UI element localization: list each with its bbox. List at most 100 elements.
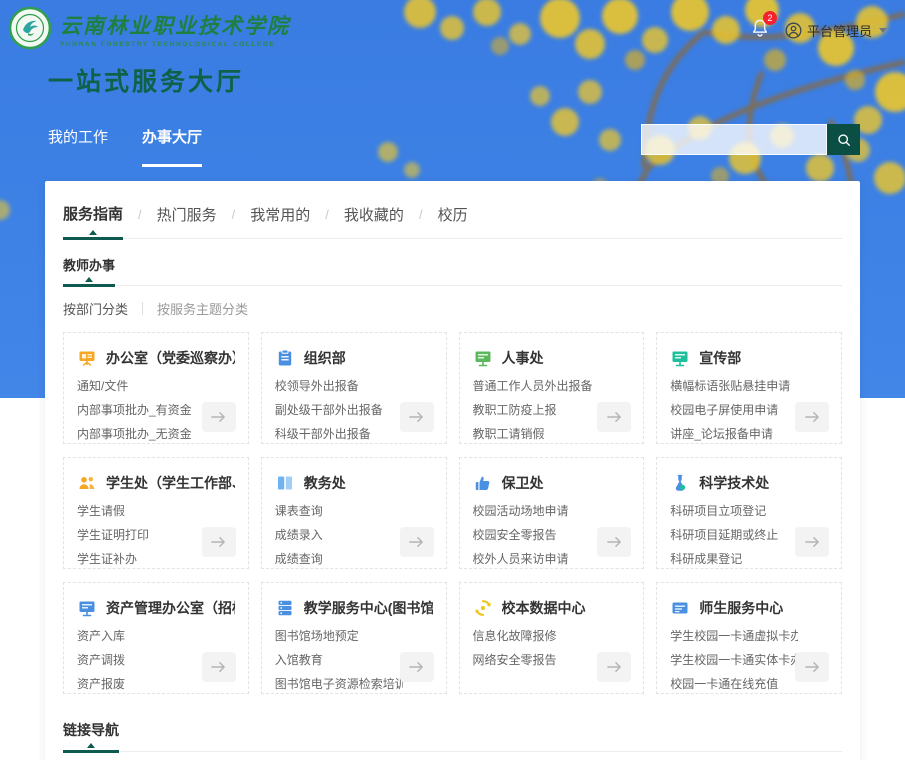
service-link[interactable]: 科级干部外出报备: [275, 425, 403, 442]
service-link[interactable]: 横幅标语张贴悬挂申请: [670, 377, 798, 394]
department-title: 校本数据中心: [501, 600, 586, 616]
service-link[interactable]: 网络安全零报告: [473, 651, 601, 668]
service-link[interactable]: 信息化故障报修: [473, 627, 601, 644]
department-title: 组织部: [303, 350, 346, 366]
service-link[interactable]: 资产报废: [77, 675, 205, 692]
service-tab-0[interactable]: 服务指南: [63, 203, 124, 240]
department-card-header: 组织部: [275, 348, 433, 368]
department-more-button[interactable]: [597, 527, 632, 557]
arrow-right-icon: [409, 412, 423, 422]
arrow-right-icon: [211, 412, 226, 422]
department-title: 师生服务中心: [699, 600, 784, 616]
service-link[interactable]: 校园安全零报告: [473, 526, 601, 543]
service-link[interactable]: 图书馆电子资源检索培训: [275, 675, 403, 692]
service-link[interactable]: 入馆教育: [275, 651, 403, 668]
search-input[interactable]: [641, 124, 827, 155]
sub-tab-row: 教师办事: [63, 255, 842, 287]
school-name-block: 云南林业职业技术学院 YUNNAN FORESTRY TECHNOLOGICAL…: [60, 8, 290, 48]
department-title: 教务处: [303, 475, 346, 491]
arrow-right-icon: [409, 662, 423, 672]
department-card: 保卫处 校园活动场地申请 校园安全零报告 校外人员来访申请: [458, 457, 645, 569]
service-link[interactable]: 校园活动场地申请: [473, 502, 601, 519]
service-link[interactable]: 副处级干部外出报备: [275, 401, 403, 418]
department-more-button[interactable]: [795, 402, 829, 432]
service-link[interactable]: 校外人员来访申请: [473, 550, 601, 567]
service-link[interactable]: 校园电子屏使用申请: [670, 401, 798, 418]
department-more-button[interactable]: [201, 652, 236, 682]
chevron-down-icon: [879, 28, 887, 33]
search-button[interactable]: [827, 124, 860, 155]
service-tab-3[interactable]: 我收藏的: [344, 204, 404, 238]
school-logo-link[interactable]: 云南林业职业技术学院 YUNNAN FORESTRY TECHNOLOGICAL…: [8, 6, 290, 50]
people-icon: [77, 473, 97, 493]
service-link[interactable]: 科研项目立项登记: [670, 502, 798, 519]
department-more-button[interactable]: [201, 527, 236, 557]
service-link[interactable]: 课表查询: [275, 502, 403, 519]
department-title: 人事处: [501, 350, 544, 366]
service-link[interactable]: 成绩录入: [275, 526, 403, 543]
tab-service-hall[interactable]: 办事大厅: [142, 126, 203, 167]
school-logo-icon: [8, 6, 52, 50]
department-title: 教学服务中心(图书馆): [303, 600, 433, 616]
notifications-button[interactable]: 2: [751, 11, 777, 43]
filter-row: 按部门分类 按服务主题分类: [63, 299, 842, 318]
service-tab-4[interactable]: 校历: [438, 204, 468, 238]
service-tab-2[interactable]: 我常用的: [250, 204, 310, 238]
service-link[interactable]: 内部事项批办_有资金: [77, 401, 205, 418]
monitor-icon: [77, 598, 97, 618]
service-link[interactable]: 科研项目延期或终止: [670, 526, 798, 543]
department-title: 宣传部: [699, 350, 742, 366]
service-link[interactable]: 学生校园一卡通虚拟卡办...: [670, 627, 798, 644]
flask-icon: [670, 473, 690, 493]
tab-my-work[interactable]: 我的工作: [48, 126, 108, 167]
arrow-right-icon: [409, 537, 423, 547]
tab-teacher-services[interactable]: 教师办事: [63, 255, 116, 287]
department-card: 教学服务中心(图书馆) 图书馆场地预定 入馆教育图书馆电子资源检索培训: [260, 582, 447, 694]
department-more-button[interactable]: [597, 402, 632, 432]
service-link[interactable]: 校园一卡通在线充值: [670, 675, 798, 692]
tab-separator: /: [325, 206, 329, 222]
department-more-button[interactable]: [201, 402, 236, 432]
department-card-header: 学生处（学生工作部、...: [77, 473, 235, 493]
department-more-button[interactable]: [795, 527, 829, 557]
department-more-button[interactable]: [597, 652, 632, 682]
search-box: [641, 124, 860, 155]
department-more-button[interactable]: [399, 527, 434, 557]
service-link[interactable]: 资产入库: [77, 627, 205, 644]
department-card: 宣传部 横幅标语张贴悬挂申请 校园电子屏使用申请 讲座_论坛报备申请: [656, 332, 842, 444]
page: 云南林业职业技术学院 YUNNAN FORESTRY TECHNOLOGICAL…: [0, 0, 905, 760]
department-card: 教务处 课表查询成绩录入成绩查询: [260, 457, 447, 569]
department-card-header: 人事处: [473, 348, 631, 368]
service-link[interactable]: 学生证明打印: [77, 526, 205, 543]
department-title: 保卫处: [501, 475, 544, 491]
service-link[interactable]: 校领导外出报备: [275, 377, 403, 394]
service-link[interactable]: 成绩查询: [275, 550, 403, 567]
service-link[interactable]: 学生校园一卡通实体卡办...: [670, 651, 798, 668]
service-link[interactable]: 通知/文件: [77, 377, 205, 394]
user-menu[interactable]: 平台管理员: [785, 21, 887, 40]
hero-tabs: 我的工作 办事大厅: [48, 126, 203, 167]
server-icon: [275, 598, 295, 618]
service-link[interactable]: 学生证补办: [77, 550, 205, 567]
department-card-header: 保卫处: [473, 473, 631, 493]
service-link[interactable]: 学生请假: [77, 502, 205, 519]
department-more-button[interactable]: [399, 402, 434, 432]
service-link[interactable]: 普通工作人员外出报备: [473, 377, 601, 394]
department-card: 人事处 普通工作人员外出报备 教职工防疫上报 教职工请销假: [458, 332, 645, 444]
department-more-button[interactable]: [399, 652, 434, 682]
hand-icon: [473, 473, 493, 493]
department-more-button[interactable]: [795, 652, 829, 682]
service-link[interactable]: 资产调拨: [77, 651, 205, 668]
department-card-header: 宣传部: [670, 348, 828, 368]
filter-by-topic[interactable]: 按服务主题分类: [157, 299, 248, 318]
service-link[interactable]: 内部事项批办_无资金: [77, 425, 205, 442]
filter-by-department[interactable]: 按部门分类: [63, 299, 128, 318]
service-link[interactable]: 教职工防疫上报: [473, 401, 601, 418]
service-link[interactable]: 科研成果登记: [670, 550, 798, 567]
service-link[interactable]: 图书馆场地预定: [275, 627, 403, 644]
department-card: 资产管理办公室（招标... 资产入库资产调拨资产报废: [63, 582, 249, 694]
service-link[interactable]: 教职工请销假: [473, 425, 601, 442]
service-link[interactable]: 讲座_论坛报备申请: [670, 425, 798, 442]
sync-icon: [473, 598, 493, 618]
service-tab-1[interactable]: 热门服务: [157, 204, 217, 238]
